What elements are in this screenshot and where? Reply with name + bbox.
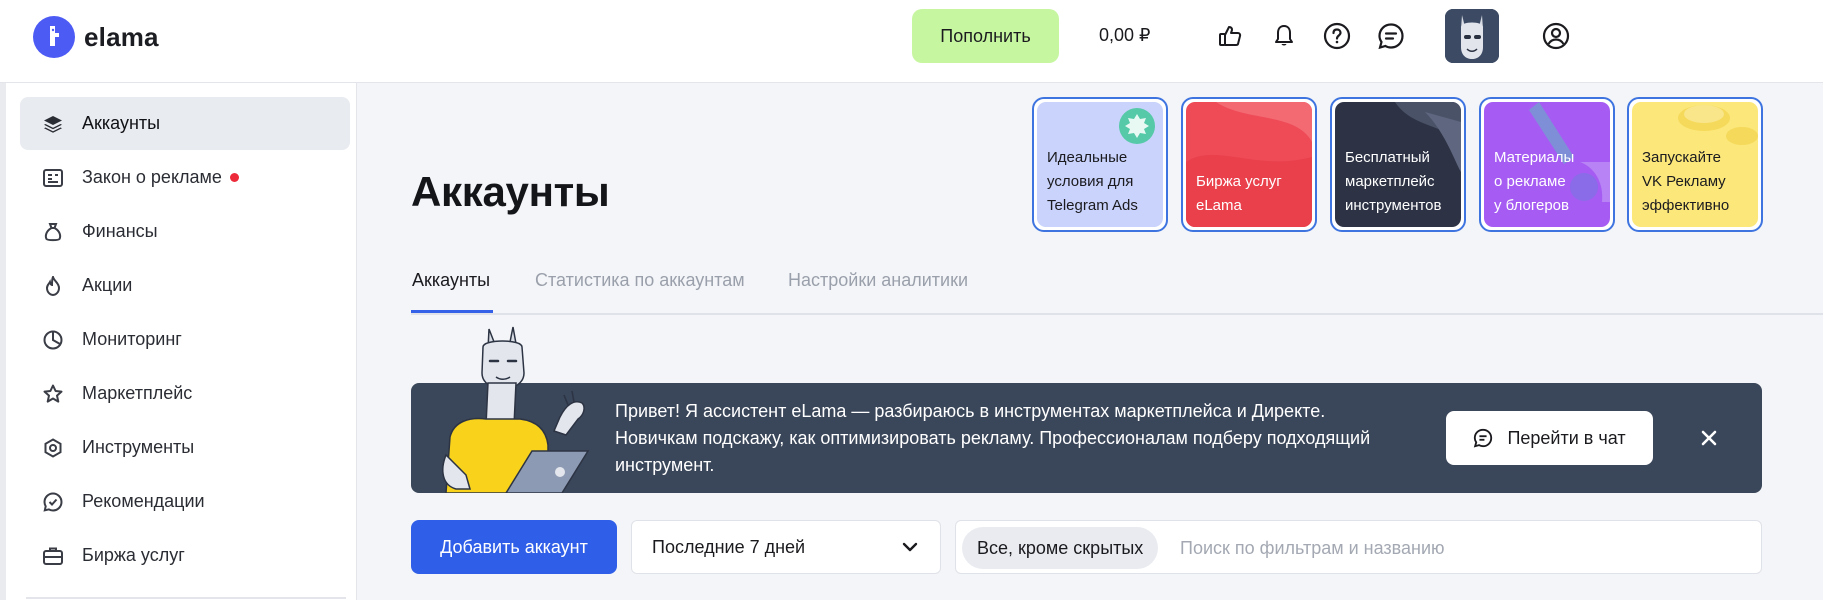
sidebar-item-label: Акции [82, 275, 133, 295]
promo-text-line: инструментов [1345, 197, 1442, 214]
assistant-text-line: инструмент. [615, 455, 715, 475]
thumbs-up-icon[interactable] [1214, 20, 1246, 52]
promo-card-services-exchange[interactable]: Биржа услуг eLama [1181, 97, 1317, 232]
sidebar-item-monitoring[interactable]: Мониторинг [20, 313, 350, 366]
period-select[interactable]: Последние 7 дней [631, 520, 941, 574]
sidebar-item-label: Закон о рекламе [82, 167, 222, 187]
sidebar-item-promotions[interactable]: Акции [20, 259, 350, 312]
user-name-area[interactable] [1572, 20, 1805, 54]
sidebar-item-label: Рекомендации [82, 491, 205, 511]
pie-chart-icon [42, 329, 64, 351]
tab-accounts[interactable]: Аккаунты [412, 270, 490, 291]
promo-text-line: Идеальные [1047, 149, 1128, 166]
llama-assistant-illustration [442, 326, 590, 493]
promo-text-line: условия для [1047, 173, 1134, 190]
assistant-text-line: Новичкам подскажу, как оптимизировать ре… [615, 428, 1371, 448]
logo-text: elama [84, 21, 159, 52]
sidebar-item-label: Инструменты [82, 437, 195, 457]
fire-icon [42, 275, 64, 297]
notification-dot [229, 173, 239, 182]
filter-search-box: Все, кроме скрытых [955, 520, 1762, 574]
tab-account-statistics[interactable]: Статистика по аккаунтам [535, 270, 745, 291]
avatar[interactable] [1445, 9, 1499, 63]
sidebar-item-finance[interactable]: Финансы [20, 205, 350, 258]
balance-value[interactable]: 0,00 ₽ [1099, 25, 1151, 46]
promo-text-line: эффективно [1642, 197, 1730, 214]
sidebar-item-label: Биржа услуг [82, 545, 185, 565]
add-account-button[interactable]: Добавить аккаунт [411, 520, 617, 574]
star-icon [42, 383, 64, 405]
promo-text-line: Telegram Ads [1047, 197, 1138, 214]
user-icon[interactable] [1540, 20, 1572, 52]
promo-card-blogger-materials[interactable]: Материалы о рекламе у блогеров [1479, 97, 1615, 232]
elama-logo[interactable]: elama [33, 16, 159, 58]
sidebar-item-tools[interactable]: Инструменты [20, 421, 350, 474]
tab-analytics-settings[interactable]: Настройки аналитики [788, 270, 968, 291]
promo-card-vk-ads[interactable]: Запускайте VK Рекламу эффективно [1627, 97, 1763, 232]
promo-text-line: eLama [1196, 197, 1242, 214]
tab-bar: Аккаунты Статистика по аккаунтам Настрой… [411, 262, 1823, 315]
promo-card-telegram-ads[interactable]: Идеальные условия для Telegram Ads [1032, 97, 1168, 232]
money-bag-icon [42, 221, 64, 243]
promo-text-line: Запускайте [1642, 149, 1722, 166]
sidebar-item-ad-law[interactable]: Закон о рекламе [20, 151, 350, 204]
promo-card-free-marketplace[interactable]: Бесплатный маркетплейс инструментов [1330, 97, 1466, 232]
layers-icon [42, 113, 64, 135]
chat-button-label: Перейти в чат [1507, 427, 1626, 448]
sidebar: Аккаунты Закон о рекламе Финансы Акции М… [0, 83, 357, 600]
assistant-text-line: Привет! Я ассистент eLama — разбираюсь в… [615, 401, 1326, 421]
page-title: Аккаунты [411, 168, 610, 215]
promo-text-line: VK Рекламу [1642, 173, 1726, 190]
sidebar-item-label: Мониторинг [82, 329, 182, 349]
help-icon[interactable] [1321, 20, 1353, 52]
sidebar-item-label: Финансы [82, 221, 158, 241]
promo-text-line: Бесплатный [1345, 149, 1430, 166]
promo-text-line: маркетплейс [1345, 173, 1435, 190]
promo-text-line: у блогеров [1494, 197, 1569, 214]
promo-text-line: о рекламе [1494, 173, 1566, 190]
go-to-chat-button[interactable]: Перейти в чат [1446, 411, 1653, 465]
chat-icon[interactable] [1375, 20, 1407, 52]
briefcase-icon [42, 545, 64, 567]
promo-text-line: Биржа услуг [1196, 173, 1282, 190]
sidebar-item-services-exchange[interactable]: Биржа услуг [20, 529, 350, 582]
sidebar-item-label: Аккаунты [82, 113, 161, 133]
llama-logo-icon [33, 16, 75, 58]
sidebar-item-label: Маркетплейс [82, 383, 193, 403]
period-select-value: Последние 7 дней [652, 536, 806, 557]
close-icon[interactable] [1694, 423, 1724, 453]
gear-badge-icon [1119, 108, 1155, 144]
filter-chip-visibility[interactable]: Все, кроме скрытых [962, 527, 1159, 569]
assistant-message: Привет! Я ассистент eLama — разбираюсь в… [615, 398, 1405, 479]
hexagon-icon [42, 437, 64, 459]
ad-law-icon [42, 167, 64, 189]
search-input[interactable] [1180, 529, 1740, 567]
topup-button[interactable]: Пополнить [912, 9, 1059, 63]
sidebar-item-accounts[interactable]: Аккаунты [20, 97, 350, 150]
top-header: elama Пополнить 0,00 ₽ [0, 0, 1823, 83]
sidebar-divider [26, 597, 346, 599]
active-tab-indicator [411, 310, 493, 313]
sidebar-item-marketplace[interactable]: Маркетплейс [20, 367, 350, 420]
chevron-down-icon [902, 542, 918, 552]
sidebar-item-recommendations[interactable]: Рекомендации [20, 475, 350, 528]
check-circle-icon [42, 491, 64, 513]
chat-icon [1474, 428, 1493, 448]
promo-text-line: Материалы [1494, 149, 1575, 166]
bell-icon[interactable] [1268, 20, 1300, 52]
